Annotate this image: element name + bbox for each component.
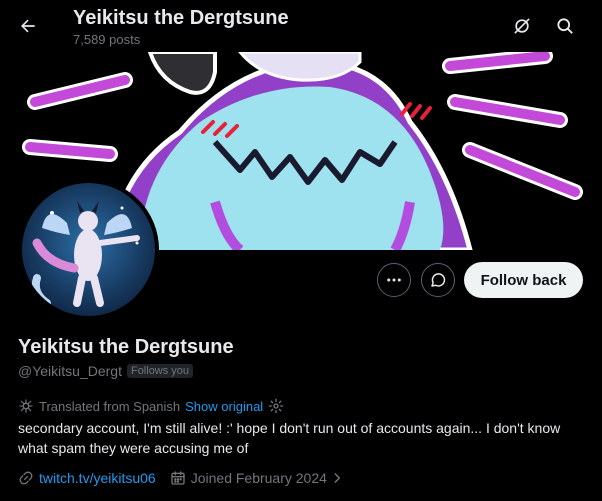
- avatar-container[interactable]: [18, 179, 159, 320]
- message-button[interactable]: [421, 263, 455, 297]
- grok-button[interactable]: [506, 10, 538, 42]
- top-bar: Yeikitsu the Dergtsune 7,589 posts: [0, 0, 602, 52]
- message-icon: [431, 273, 446, 287]
- handle: @Yeikitsu_Dergt: [18, 363, 122, 379]
- follow-back-button[interactable]: Follow back: [464, 262, 583, 298]
- search-button[interactable]: [549, 10, 581, 42]
- page-title: Yeikitsu the Dergtsune: [73, 7, 289, 29]
- settings-icon[interactable]: [268, 398, 284, 414]
- follows-you-badge: Follows you: [126, 364, 194, 378]
- link-icon: [19, 471, 33, 485]
- joined-item[interactable]: Joined February 2024: [170, 470, 344, 486]
- translated-from-label: Translated from Spanish: [39, 398, 181, 414]
- joined-date: Joined February 2024: [190, 470, 327, 486]
- posts-count: 7,589 posts: [73, 32, 141, 47]
- header-title-block: Yeikitsu the Dergtsune 7,589 posts: [73, 6, 289, 47]
- display-name: Yeikitsu the Dergtsune: [18, 336, 234, 358]
- more-icon: [387, 278, 401, 282]
- bio-text: secondary account, I'm still alive! :' h…: [18, 420, 561, 456]
- grok-icon: [514, 18, 530, 34]
- website-item: twitch.tv/yeikitsu06: [18, 470, 156, 486]
- website-link[interactable]: twitch.tv/yeikitsu06: [39, 470, 156, 486]
- more-button[interactable]: [377, 263, 411, 297]
- back-button[interactable]: [12, 10, 44, 42]
- avatar-artwork: [22, 183, 155, 316]
- search-icon: [557, 18, 573, 34]
- translation-row: Translated from Spanish Show original: [18, 398, 284, 414]
- profile-meta-row: twitch.tv/yeikitsu06 Joined February 202…: [18, 470, 344, 486]
- avatar: [22, 183, 155, 316]
- handle-row: @Yeikitsu_Dergt Follows you: [18, 363, 194, 379]
- calendar-icon: [171, 471, 185, 485]
- translate-icon: [19, 399, 33, 413]
- arrow-left-icon: [21, 19, 35, 33]
- chevron-right-icon: [334, 473, 340, 483]
- show-original-link[interactable]: Show original: [185, 399, 263, 414]
